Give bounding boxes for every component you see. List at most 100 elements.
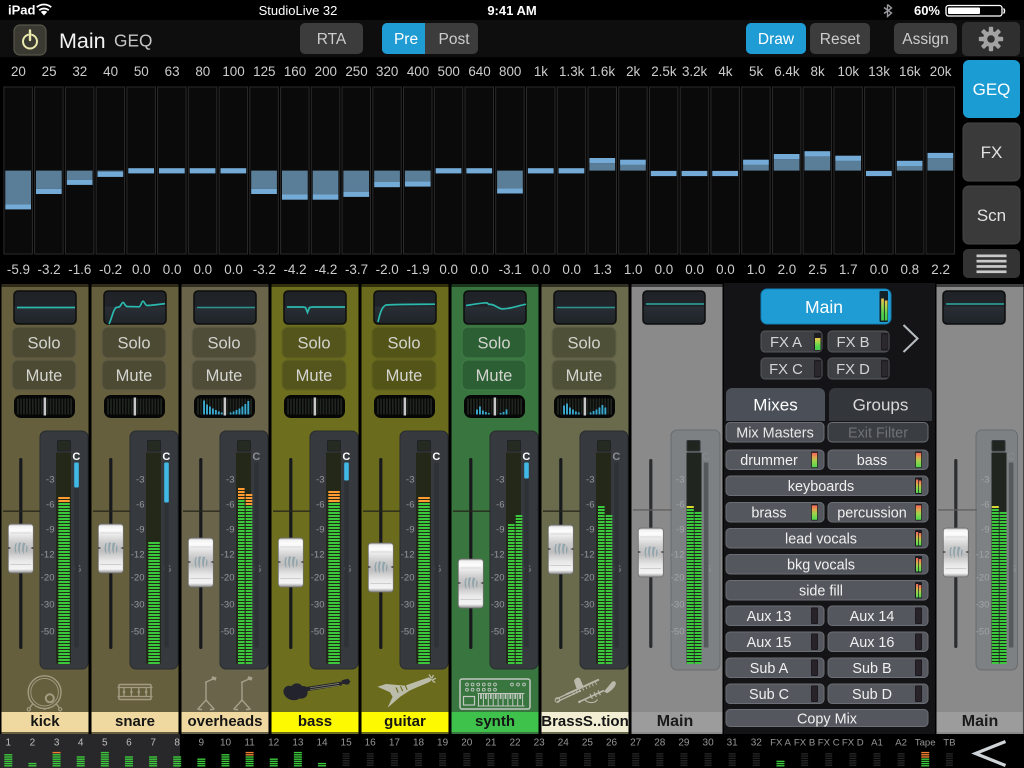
- svg-text:16k: 16k: [899, 64, 921, 79]
- svg-text:drummer: drummer: [740, 453, 798, 469]
- svg-text:20: 20: [11, 64, 26, 79]
- svg-text:32: 32: [751, 738, 763, 749]
- svg-text:-4.2: -4.2: [314, 262, 337, 277]
- svg-text:40: 40: [103, 64, 118, 79]
- svg-text:-20: -20: [221, 572, 235, 583]
- svg-text:-50: -50: [221, 626, 235, 637]
- svg-text:-30: -30: [311, 599, 325, 610]
- svg-text:320: 320: [376, 64, 398, 79]
- svg-text:Sub D: Sub D: [852, 687, 892, 703]
- svg-text:-9: -9: [676, 524, 684, 535]
- svg-text:TB: TB: [943, 738, 955, 749]
- svg-text:-20: -20: [311, 572, 325, 583]
- svg-text:-6: -6: [676, 499, 684, 510]
- svg-text:Mute: Mute: [296, 367, 333, 385]
- svg-text:0.0: 0.0: [532, 262, 551, 277]
- svg-text:0.0: 0.0: [163, 262, 182, 277]
- svg-text:FX: FX: [981, 143, 1003, 162]
- svg-text:800: 800: [499, 64, 521, 79]
- svg-text:-9: -9: [136, 524, 144, 535]
- svg-text:-12: -12: [491, 549, 505, 560]
- svg-text:FX B: FX B: [794, 738, 815, 749]
- svg-text:14: 14: [316, 738, 328, 749]
- svg-text:-12: -12: [976, 549, 990, 560]
- svg-text:Mixes: Mixes: [753, 396, 797, 415]
- svg-text:Copy Mix: Copy Mix: [797, 711, 858, 727]
- svg-text:Groups: Groups: [853, 396, 909, 415]
- svg-text:Aux 15: Aux 15: [747, 635, 792, 651]
- svg-text:Solo: Solo: [477, 335, 510, 353]
- svg-text:lead vocals: lead vocals: [785, 532, 857, 548]
- svg-text:-3: -3: [676, 474, 684, 485]
- svg-text:-3.2: -3.2: [38, 262, 61, 277]
- svg-text:-3: -3: [316, 474, 324, 485]
- svg-text:-12: -12: [581, 549, 595, 560]
- svg-text:21: 21: [485, 738, 497, 749]
- svg-text:-3.7: -3.7: [345, 262, 368, 277]
- svg-text:28: 28: [654, 738, 666, 749]
- svg-text:-30: -30: [671, 599, 685, 610]
- svg-text:-50: -50: [131, 626, 145, 637]
- svg-text:13: 13: [292, 738, 304, 749]
- svg-text:-3: -3: [226, 474, 234, 485]
- svg-text:Mute: Mute: [386, 367, 423, 385]
- svg-text:3: 3: [54, 738, 60, 749]
- svg-text:22: 22: [509, 738, 521, 749]
- svg-text:50: 50: [134, 64, 149, 79]
- svg-text:BrassS..tion: BrassS..tion: [541, 713, 629, 730]
- svg-text:iPad: iPad: [8, 3, 36, 18]
- svg-text:250: 250: [345, 64, 367, 79]
- svg-text:Aux 14: Aux 14: [850, 609, 895, 625]
- svg-text:-12: -12: [311, 549, 325, 560]
- svg-text:1k: 1k: [534, 64, 548, 79]
- svg-text:-6: -6: [226, 499, 234, 510]
- svg-text:-3: -3: [406, 474, 414, 485]
- svg-text:-9: -9: [316, 524, 324, 535]
- svg-text:Mute: Mute: [566, 367, 603, 385]
- svg-text:25: 25: [42, 64, 57, 79]
- svg-text:Exit Filter: Exit Filter: [848, 426, 908, 442]
- svg-text:Solo: Solo: [387, 335, 420, 353]
- svg-text:RTA: RTA: [317, 31, 347, 48]
- svg-text:-6: -6: [136, 499, 144, 510]
- svg-text:Solo: Solo: [567, 335, 600, 353]
- svg-text:9: 9: [199, 738, 205, 749]
- svg-text:Mix Masters: Mix Masters: [736, 426, 814, 442]
- svg-text:C: C: [522, 451, 530, 463]
- svg-text:125: 125: [253, 64, 275, 79]
- svg-text:FX A: FX A: [770, 738, 791, 749]
- svg-text:Solo: Solo: [27, 335, 60, 353]
- svg-text:side fill: side fill: [799, 584, 843, 600]
- svg-text:3.2k: 3.2k: [682, 64, 708, 79]
- svg-text:-30: -30: [401, 599, 415, 610]
- svg-text:-50: -50: [401, 626, 415, 637]
- svg-text:1.3k: 1.3k: [559, 64, 585, 79]
- svg-text:-30: -30: [976, 599, 990, 610]
- svg-text:400: 400: [407, 64, 429, 79]
- svg-text:160: 160: [284, 64, 306, 79]
- svg-text:30: 30: [703, 738, 715, 749]
- svg-text:60%: 60%: [914, 3, 940, 18]
- svg-text:-9: -9: [226, 524, 234, 535]
- svg-text:C: C: [72, 451, 80, 463]
- svg-text:-50: -50: [581, 626, 595, 637]
- svg-text:0.0: 0.0: [562, 262, 581, 277]
- svg-text:-50: -50: [671, 626, 685, 637]
- svg-text:17: 17: [389, 738, 401, 749]
- svg-text:Solo: Solo: [297, 335, 330, 353]
- svg-text:guitar: guitar: [384, 713, 426, 730]
- svg-text:4k: 4k: [718, 64, 732, 79]
- svg-text:10k: 10k: [838, 64, 860, 79]
- svg-text:FX A: FX A: [770, 335, 802, 351]
- svg-text:-6: -6: [46, 499, 54, 510]
- svg-text:7: 7: [150, 738, 156, 749]
- svg-text:4: 4: [78, 738, 84, 749]
- svg-text:2.5k: 2.5k: [651, 64, 677, 79]
- svg-text:Assign: Assign: [902, 31, 949, 48]
- svg-text:1.6k: 1.6k: [590, 64, 616, 79]
- svg-text:FX C: FX C: [818, 738, 840, 749]
- svg-text:-12: -12: [221, 549, 235, 560]
- svg-text:Solo: Solo: [207, 335, 240, 353]
- svg-text:synth: synth: [475, 713, 515, 730]
- svg-text:15: 15: [341, 738, 353, 749]
